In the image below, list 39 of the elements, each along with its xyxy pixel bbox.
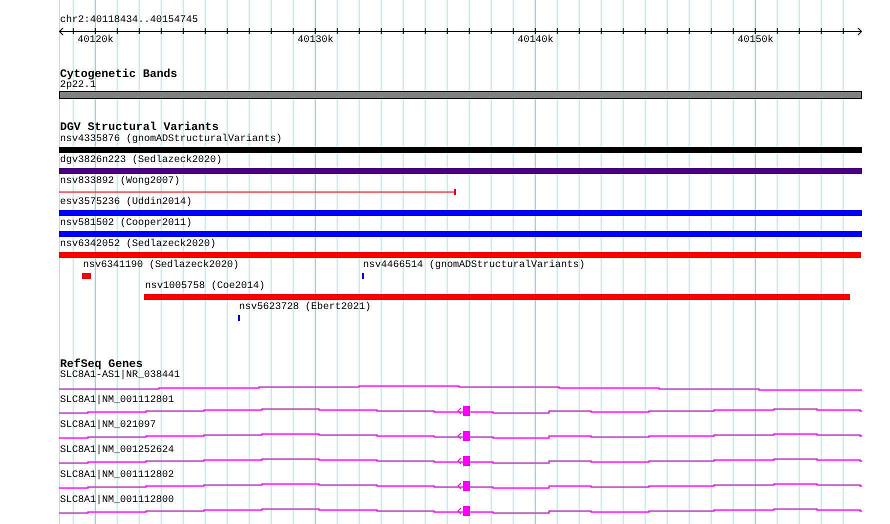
variant-label: nsv4466514 (gnomADStructuralVariants) <box>363 261 586 271</box>
gene-label: SLC8A1|NM_001112801 <box>60 396 174 406</box>
variant-label: nsv6341190 (Sedlazeck2020) <box>83 261 240 271</box>
variant-bar[interactable] <box>144 294 850 300</box>
gene-label: SLC8A1|NM_001112800 <box>60 496 174 506</box>
variant-bar[interactable] <box>82 273 91 279</box>
variant-bar[interactable] <box>59 147 862 153</box>
variant-bar[interactable] <box>59 252 861 258</box>
track-title: RefSeq Genes <box>60 359 143 371</box>
scale-tick-label: 40120k <box>78 36 114 46</box>
cytoband-bar[interactable] <box>59 91 862 99</box>
scale-tick-label: 40150k <box>738 36 774 46</box>
gene-model[interactable] <box>59 505 863 517</box>
variant-label: nsv5623728 (Ebert2021) <box>239 303 372 313</box>
variant-bar[interactable] <box>59 168 862 174</box>
gene-label: SLC8A1|NM_021097 <box>60 421 156 431</box>
gene-model[interactable] <box>59 480 863 492</box>
track-title: DGV Structural Variants <box>60 122 219 134</box>
variant-bar[interactable] <box>59 210 862 216</box>
variant-label: nsv581502 (Cooper2011) <box>60 219 192 229</box>
variant-label: esv3575236 (Uddin2014) <box>60 198 192 208</box>
variant-span-line[interactable] <box>59 189 456 195</box>
scale-tick-label: 40130k <box>298 36 334 46</box>
gene-label: SLC8A1|NM_001112802 <box>60 471 174 481</box>
variant-label: nsv6342052 (Sedlazeck2020) <box>60 240 216 250</box>
variant-bar[interactable] <box>59 231 862 237</box>
gene-model[interactable] <box>59 405 863 417</box>
variant-label: dgv3826n223 (Sedlazeck2020) <box>60 156 222 166</box>
track-title: Cytogenetic Bands <box>60 69 178 81</box>
gene-model[interactable] <box>59 455 863 467</box>
scale-tick-label: 40140k <box>518 36 554 46</box>
variant-label: nsv833892 (Wong2007) <box>60 177 180 187</box>
gene-label: SLC8A1-AS1|NR_038441 <box>60 371 180 381</box>
variant-label: nsv4335876 (gnomADStructuralVariants) <box>60 135 282 145</box>
variant-label: nsv1005758 (Coe2014) <box>145 282 266 292</box>
band-label: 2p22.1 <box>60 81 96 91</box>
gene-label: SLC8A1|NM_001252624 <box>60 446 174 456</box>
location-label: chr2:40118434..40154745 <box>60 16 198 26</box>
gene-model[interactable] <box>59 430 863 442</box>
